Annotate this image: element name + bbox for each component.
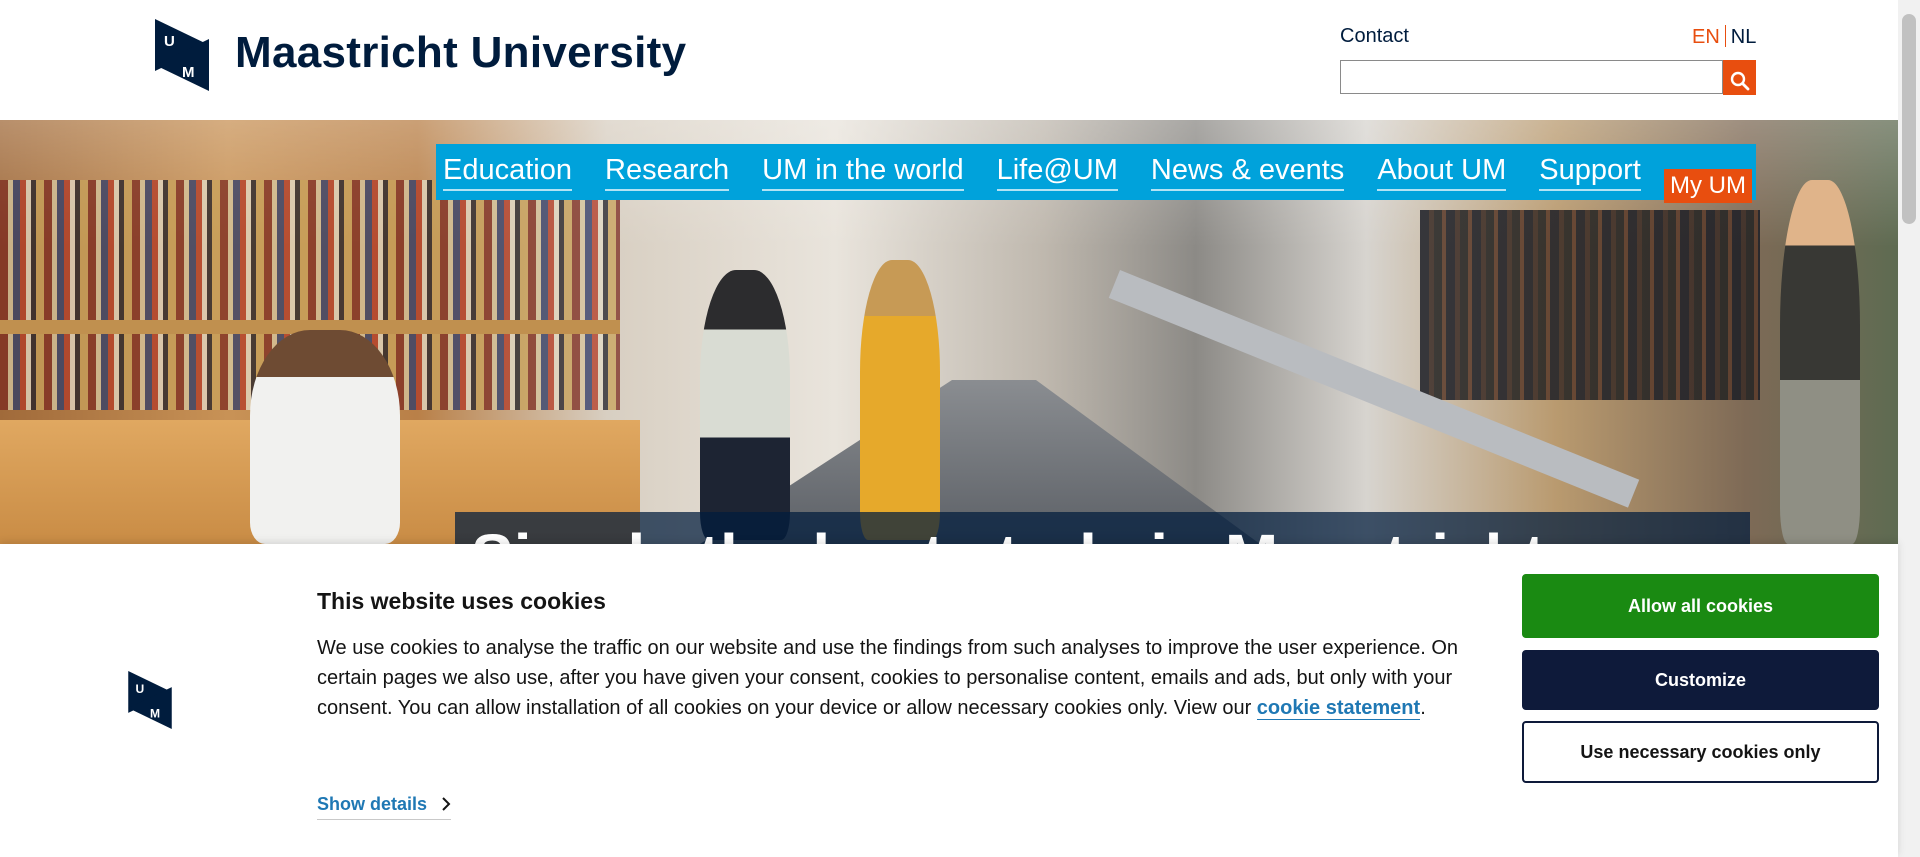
cookie-statement-link[interactable]: cookie statement [1256, 697, 1421, 720]
nav-news-events[interactable]: News & events [1150, 153, 1345, 191]
nav-education[interactable]: Education [443, 153, 572, 191]
lang-nl-link[interactable]: NL [1731, 26, 1757, 48]
nav-support[interactable]: Support [1539, 153, 1641, 191]
main-nav: Education Research UM in the world Life@… [436, 144, 1756, 200]
hero-title: Simply the best study in Maastricht [471, 520, 1545, 544]
search-input[interactable] [1340, 60, 1723, 94]
site-header: U M Maastricht University Contact EN NL [0, 0, 1898, 120]
hero-banner: Simply the best study in Maastricht [455, 512, 1750, 544]
search-button[interactable] [1723, 60, 1756, 95]
hero-bookshelf-right [1420, 210, 1760, 400]
nav-um-in-the-world[interactable]: UM in the world [762, 153, 964, 191]
svg-text:M: M [182, 64, 195, 81]
language-switcher: EN NL [1692, 25, 1756, 49]
lang-divider [1724, 25, 1726, 47]
scrollbar-thumb[interactable] [1902, 14, 1916, 224]
my-um-button[interactable]: My UM [1664, 169, 1752, 203]
hero-person-talking [860, 260, 940, 540]
page-scrollbar[interactable] [1898, 0, 1920, 857]
show-details-toggle[interactable]: Show details [317, 794, 452, 820]
svg-text:U: U [136, 682, 145, 696]
um-logo-icon: U M [128, 671, 172, 729]
show-details-label: Show details [317, 794, 428, 814]
customize-cookies-button[interactable]: Customize [1522, 650, 1879, 710]
site-brand[interactable]: Maastricht University [235, 28, 686, 78]
cookie-text-end: . [1420, 697, 1426, 719]
svg-text:U: U [164, 33, 175, 50]
chevron-right-icon [441, 794, 451, 815]
hero-person-standing [1780, 180, 1860, 544]
svg-text:M: M [150, 707, 160, 721]
um-logo-icon[interactable]: U M [155, 19, 209, 91]
hero-person-studying [250, 330, 400, 544]
nav-life-at-um[interactable]: Life@UM [996, 153, 1118, 191]
nav-about-um[interactable]: About UM [1377, 153, 1507, 191]
search-icon [1730, 71, 1749, 91]
cookie-banner: U M This website uses cookies We use coo… [0, 544, 1898, 857]
hero-person-talking [700, 270, 790, 540]
contact-link[interactable]: Contact [1340, 25, 1409, 48]
cookie-description: We use cookies to analyse the traffic on… [317, 633, 1467, 723]
cookie-title: This website uses cookies [317, 588, 606, 614]
lang-en-link[interactable]: EN [1692, 26, 1720, 48]
allow-all-cookies-button[interactable]: Allow all cookies [1522, 574, 1879, 638]
nav-research[interactable]: Research [605, 153, 730, 191]
necessary-cookies-button[interactable]: Use necessary cookies only [1522, 721, 1879, 783]
